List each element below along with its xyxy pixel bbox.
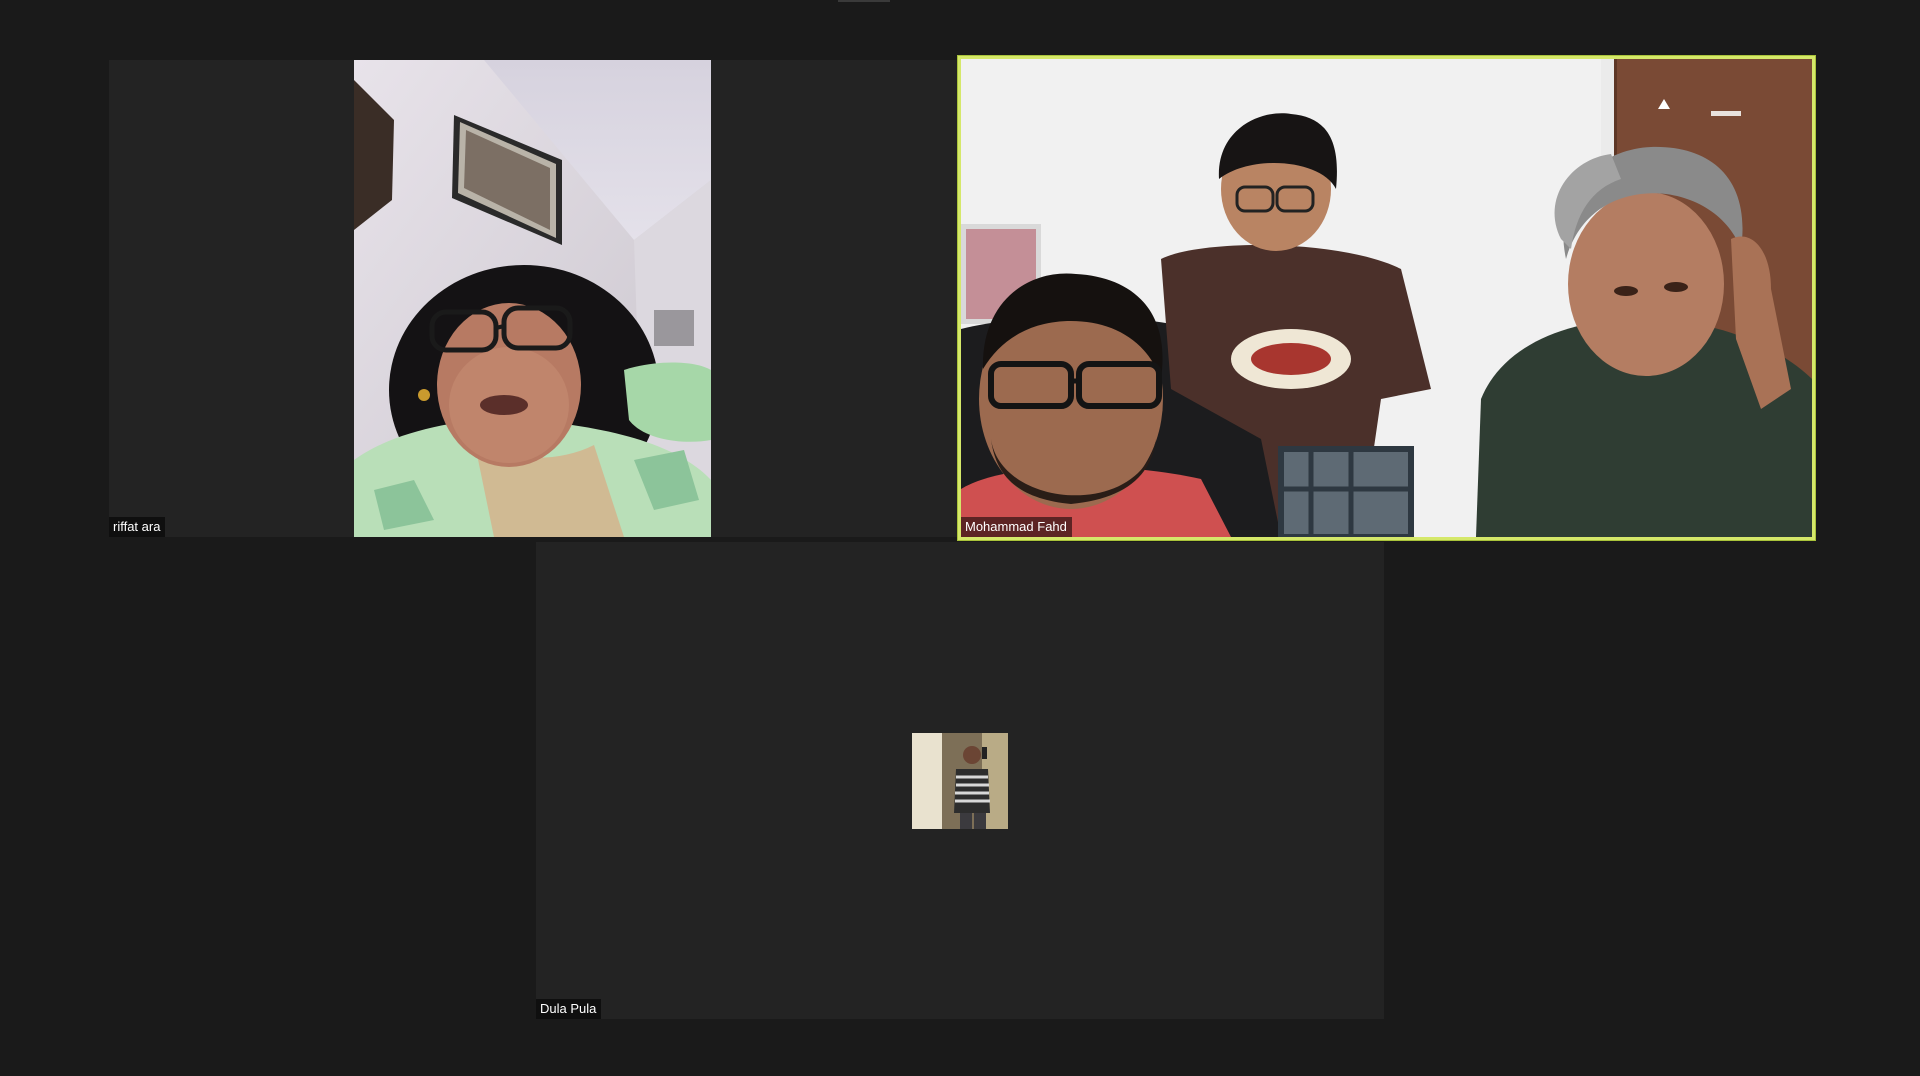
- participant-video-riffat-ara: [354, 60, 711, 537]
- window-drag-handle[interactable]: [838, 0, 890, 2]
- participant-video-mohammad-fahd: [961, 59, 1812, 537]
- participant-tile-riffat-ara[interactable]: riffat ara: [109, 60, 957, 537]
- participant-name-label: Dula Pula: [536, 999, 602, 1019]
- participant-name-label: riffat ara: [109, 517, 166, 537]
- participant-tile-mohammad-fahd[interactable]: Mohammad Fahd: [958, 56, 1815, 540]
- participant-tile-dula-pula[interactable]: Dula Pula: [536, 542, 1384, 1019]
- meeting-gallery-view: riffat ara Mohammad Fahd Dula Pula: [0, 0, 1920, 1076]
- participant-name-label: Mohammad Fahd: [961, 517, 1072, 537]
- participant-avatar-photo-dula-pula: [912, 733, 1008, 829]
